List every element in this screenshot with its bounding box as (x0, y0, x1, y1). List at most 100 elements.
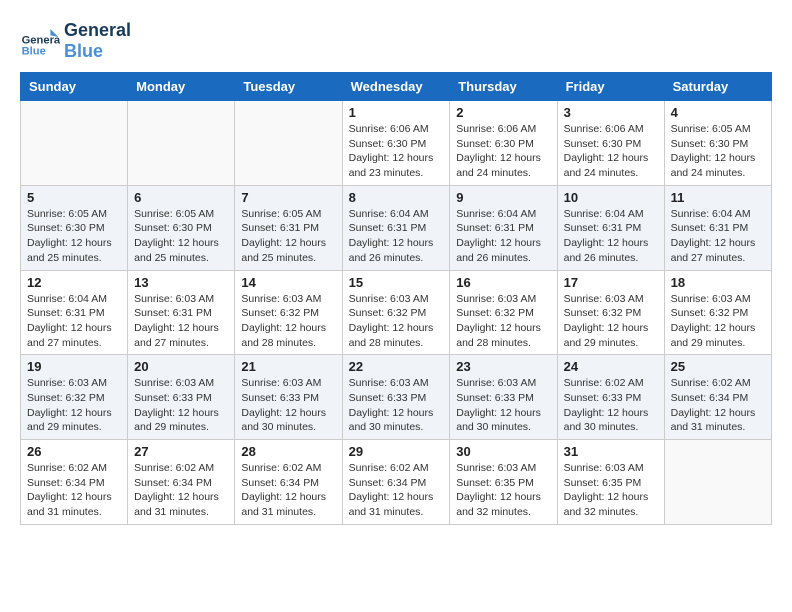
day-number: 25 (671, 359, 765, 374)
day-info: Sunrise: 6:03 AM Sunset: 6:33 PM Dayligh… (456, 376, 550, 435)
day-info: Sunrise: 6:06 AM Sunset: 6:30 PM Dayligh… (564, 122, 658, 181)
day-number: 15 (349, 275, 444, 290)
logo: General Blue General Blue (20, 20, 131, 62)
calendar-cell: 9 Sunrise: 6:04 AM Sunset: 6:31 PM Daylig… (450, 185, 557, 270)
day-info: Sunrise: 6:03 AM Sunset: 6:32 PM Dayligh… (564, 292, 658, 351)
day-number: 19 (27, 359, 121, 374)
day-info: Sunrise: 6:05 AM Sunset: 6:31 PM Dayligh… (241, 207, 335, 266)
calendar-cell: 8 Sunrise: 6:04 AM Sunset: 6:31 PM Daylig… (342, 185, 450, 270)
weekday-header-tuesday: Tuesday (235, 73, 342, 101)
day-info: Sunrise: 6:02 AM Sunset: 6:33 PM Dayligh… (564, 376, 658, 435)
calendar-cell: 30 Sunrise: 6:03 AM Sunset: 6:35 PM Dayli… (450, 440, 557, 525)
weekday-header-friday: Friday (557, 73, 664, 101)
calendar-cell: 20 Sunrise: 6:03 AM Sunset: 6:33 PM Dayli… (128, 355, 235, 440)
day-info: Sunrise: 6:02 AM Sunset: 6:34 PM Dayligh… (27, 461, 121, 520)
calendar-week-5: 26Sunrise: 6:02 AM Sunset: 6:34 PM Dayli… (21, 440, 772, 525)
calendar-cell: 11 Sunrise: 6:04 AM Sunset: 6:31 PM Dayli… (664, 185, 771, 270)
day-number: 30 (456, 444, 550, 459)
day-number: 3 (564, 105, 658, 120)
calendar-cell: 19Sunrise: 6:03 AM Sunset: 6:32 PM Dayli… (21, 355, 128, 440)
weekday-header-sunday: Sunday (21, 73, 128, 101)
day-number: 6 (134, 190, 228, 205)
day-info: Sunrise: 6:04 AM Sunset: 6:31 PM Dayligh… (349, 207, 444, 266)
day-number: 11 (671, 190, 765, 205)
day-info: Sunrise: 6:03 AM Sunset: 6:35 PM Dayligh… (456, 461, 550, 520)
calendar-cell (128, 101, 235, 186)
calendar-cell: 16 Sunrise: 6:03 AM Sunset: 6:32 PM Dayli… (450, 270, 557, 355)
calendar-cell: 4Sunrise: 6:05 AM Sunset: 6:30 PM Daylig… (664, 101, 771, 186)
day-number: 14 (241, 275, 335, 290)
day-info: Sunrise: 6:03 AM Sunset: 6:32 PM Dayligh… (671, 292, 765, 351)
day-info: Sunrise: 6:03 AM Sunset: 6:33 PM Dayligh… (134, 376, 228, 435)
day-info: Sunrise: 6:04 AM Sunset: 6:31 PM Dayligh… (671, 207, 765, 266)
day-info: Sunrise: 6:02 AM Sunset: 6:34 PM Dayligh… (134, 461, 228, 520)
day-number: 18 (671, 275, 765, 290)
calendar-cell (21, 101, 128, 186)
calendar-table: SundayMondayTuesdayWednesdayThursdayFrid… (20, 72, 772, 525)
calendar-cell: 17 Sunrise: 6:03 AM Sunset: 6:32 PM Dayli… (557, 270, 664, 355)
calendar-cell (235, 101, 342, 186)
day-number: 4 (671, 105, 765, 120)
weekday-header-row: SundayMondayTuesdayWednesdayThursdayFrid… (21, 73, 772, 101)
day-number: 5 (27, 190, 121, 205)
day-number: 22 (349, 359, 444, 374)
day-info: Sunrise: 6:03 AM Sunset: 6:32 PM Dayligh… (456, 292, 550, 351)
day-info: Sunrise: 6:06 AM Sunset: 6:30 PM Dayligh… (456, 122, 550, 181)
day-info: Sunrise: 6:03 AM Sunset: 6:33 PM Dayligh… (349, 376, 444, 435)
logo-line2: Blue (64, 41, 131, 62)
day-info: Sunrise: 6:05 AM Sunset: 6:30 PM Dayligh… (134, 207, 228, 266)
day-number: 9 (456, 190, 550, 205)
calendar-cell: 23 Sunrise: 6:03 AM Sunset: 6:33 PM Dayli… (450, 355, 557, 440)
calendar-week-4: 19Sunrise: 6:03 AM Sunset: 6:32 PM Dayli… (21, 355, 772, 440)
svg-text:General: General (22, 34, 60, 46)
calendar-cell: 28Sunrise: 6:02 AM Sunset: 6:34 PM Dayli… (235, 440, 342, 525)
calendar-week-1: 1 Sunrise: 6:06 AM Sunset: 6:30 PM Daylig… (21, 101, 772, 186)
day-number: 16 (456, 275, 550, 290)
weekday-header-thursday: Thursday (450, 73, 557, 101)
day-number: 31 (564, 444, 658, 459)
weekday-header-monday: Monday (128, 73, 235, 101)
day-number: 12 (27, 275, 121, 290)
weekday-header-saturday: Saturday (664, 73, 771, 101)
day-number: 8 (349, 190, 444, 205)
day-info: Sunrise: 6:04 AM Sunset: 6:31 PM Dayligh… (27, 292, 121, 351)
day-info: Sunrise: 6:03 AM Sunset: 6:35 PM Dayligh… (564, 461, 658, 520)
day-info: Sunrise: 6:06 AM Sunset: 6:30 PM Dayligh… (349, 122, 444, 181)
day-info: Sunrise: 6:04 AM Sunset: 6:31 PM Dayligh… (564, 207, 658, 266)
calendar-cell: 1 Sunrise: 6:06 AM Sunset: 6:30 PM Daylig… (342, 101, 450, 186)
day-number: 1 (349, 105, 444, 120)
calendar-cell: 14 Sunrise: 6:03 AM Sunset: 6:32 PM Dayli… (235, 270, 342, 355)
calendar-cell: 26Sunrise: 6:02 AM Sunset: 6:34 PM Dayli… (21, 440, 128, 525)
day-info: Sunrise: 6:03 AM Sunset: 6:33 PM Dayligh… (241, 376, 335, 435)
weekday-header-wednesday: Wednesday (342, 73, 450, 101)
day-info: Sunrise: 6:03 AM Sunset: 6:31 PM Dayligh… (134, 292, 228, 351)
calendar-cell: 25Sunrise: 6:02 AM Sunset: 6:34 PM Dayli… (664, 355, 771, 440)
day-number: 7 (241, 190, 335, 205)
day-number: 20 (134, 359, 228, 374)
day-number: 23 (456, 359, 550, 374)
day-number: 17 (564, 275, 658, 290)
calendar-cell: 31 Sunrise: 6:03 AM Sunset: 6:35 PM Dayli… (557, 440, 664, 525)
calendar-cell: 21 Sunrise: 6:03 AM Sunset: 6:33 PM Dayli… (235, 355, 342, 440)
calendar-cell: 5Sunrise: 6:05 AM Sunset: 6:30 PM Daylig… (21, 185, 128, 270)
day-info: Sunrise: 6:02 AM Sunset: 6:34 PM Dayligh… (241, 461, 335, 520)
svg-text:Blue: Blue (22, 46, 46, 58)
day-number: 24 (564, 359, 658, 374)
day-info: Sunrise: 6:03 AM Sunset: 6:32 PM Dayligh… (241, 292, 335, 351)
calendar-cell: 7 Sunrise: 6:05 AM Sunset: 6:31 PM Daylig… (235, 185, 342, 270)
calendar-cell: 13 Sunrise: 6:03 AM Sunset: 6:31 PM Dayli… (128, 270, 235, 355)
day-info: Sunrise: 6:02 AM Sunset: 6:34 PM Dayligh… (349, 461, 444, 520)
calendar-cell: 12 Sunrise: 6:04 AM Sunset: 6:31 PM Dayli… (21, 270, 128, 355)
calendar-cell: 18 Sunrise: 6:03 AM Sunset: 6:32 PM Dayli… (664, 270, 771, 355)
day-number: 13 (134, 275, 228, 290)
calendar-cell: 6 Sunrise: 6:05 AM Sunset: 6:30 PM Daylig… (128, 185, 235, 270)
day-number: 10 (564, 190, 658, 205)
calendar-cell: 10 Sunrise: 6:04 AM Sunset: 6:31 PM Dayli… (557, 185, 664, 270)
day-info: Sunrise: 6:03 AM Sunset: 6:32 PM Dayligh… (349, 292, 444, 351)
day-info: Sunrise: 6:04 AM Sunset: 6:31 PM Dayligh… (456, 207, 550, 266)
day-number: 21 (241, 359, 335, 374)
calendar-cell: 2Sunrise: 6:06 AM Sunset: 6:30 PM Daylig… (450, 101, 557, 186)
calendar-cell (664, 440, 771, 525)
logo-icon: General Blue (20, 21, 60, 61)
calendar-cell: 29Sunrise: 6:02 AM Sunset: 6:34 PM Dayli… (342, 440, 450, 525)
